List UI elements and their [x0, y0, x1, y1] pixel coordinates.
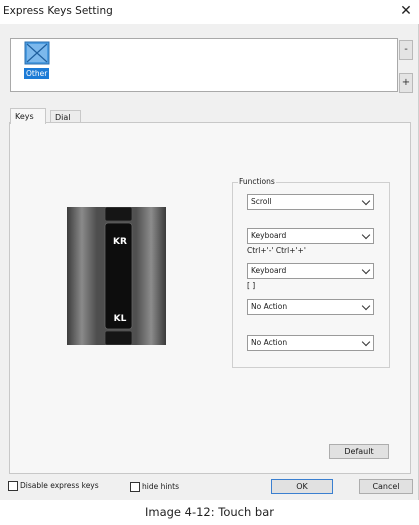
selected-app-label[interactable]: Other: [24, 68, 50, 79]
function-select-1[interactable]: Scroll: [247, 194, 374, 210]
tab-keys[interactable]: Keys: [10, 108, 46, 124]
cancel-button[interactable]: Cancel: [359, 479, 413, 494]
application-list[interactable]: [10, 38, 398, 92]
touch-bar-image: [67, 206, 166, 346]
touch-key-kr[interactable]: KR: [108, 237, 132, 247]
function-3-shortcut: [ ]: [247, 281, 256, 290]
add-app-button[interactable]: +: [399, 73, 413, 93]
figure-caption: Image 4-12: Touch bar: [144, 505, 275, 519]
hide-hints-checkbox[interactable]: [130, 482, 140, 492]
function-select-2-value: Keyboard: [251, 231, 287, 240]
hide-hints-label: hide hints: [142, 482, 180, 491]
function-select-4-value: No Action: [251, 302, 288, 311]
functions-label: Functions: [238, 177, 276, 187]
function-select-5-value: No Action: [251, 338, 288, 347]
function-select-2[interactable]: Keyboard: [247, 228, 374, 244]
default-button[interactable]: Default: [329, 444, 389, 459]
chevron-down-icon: [361, 301, 371, 311]
chevron-down-icon: [361, 230, 371, 240]
chevron-down-icon: [361, 196, 371, 206]
close-icon[interactable]: ✕: [398, 3, 414, 19]
window-title: Express Keys Setting: [3, 5, 113, 17]
function-select-3[interactable]: Keyboard: [247, 263, 374, 279]
remove-app-button[interactable]: -: [399, 40, 413, 60]
function-select-3-value: Keyboard: [251, 266, 287, 275]
chevron-down-icon: [361, 265, 371, 275]
chevron-down-icon: [361, 337, 371, 347]
function-select-4[interactable]: No Action: [247, 299, 374, 315]
function-select-1-value: Scroll: [251, 197, 272, 206]
function-select-5[interactable]: No Action: [247, 335, 374, 351]
ok-button[interactable]: OK: [271, 479, 333, 494]
touch-key-kl[interactable]: KL: [108, 314, 132, 324]
function-2-shortcut: Ctrl+'-' Ctrl+'+': [247, 246, 306, 255]
other-app-icon[interactable]: [24, 41, 50, 65]
disable-express-keys-checkbox[interactable]: [8, 481, 18, 491]
disable-express-keys-label: Disable express keys: [20, 481, 99, 490]
